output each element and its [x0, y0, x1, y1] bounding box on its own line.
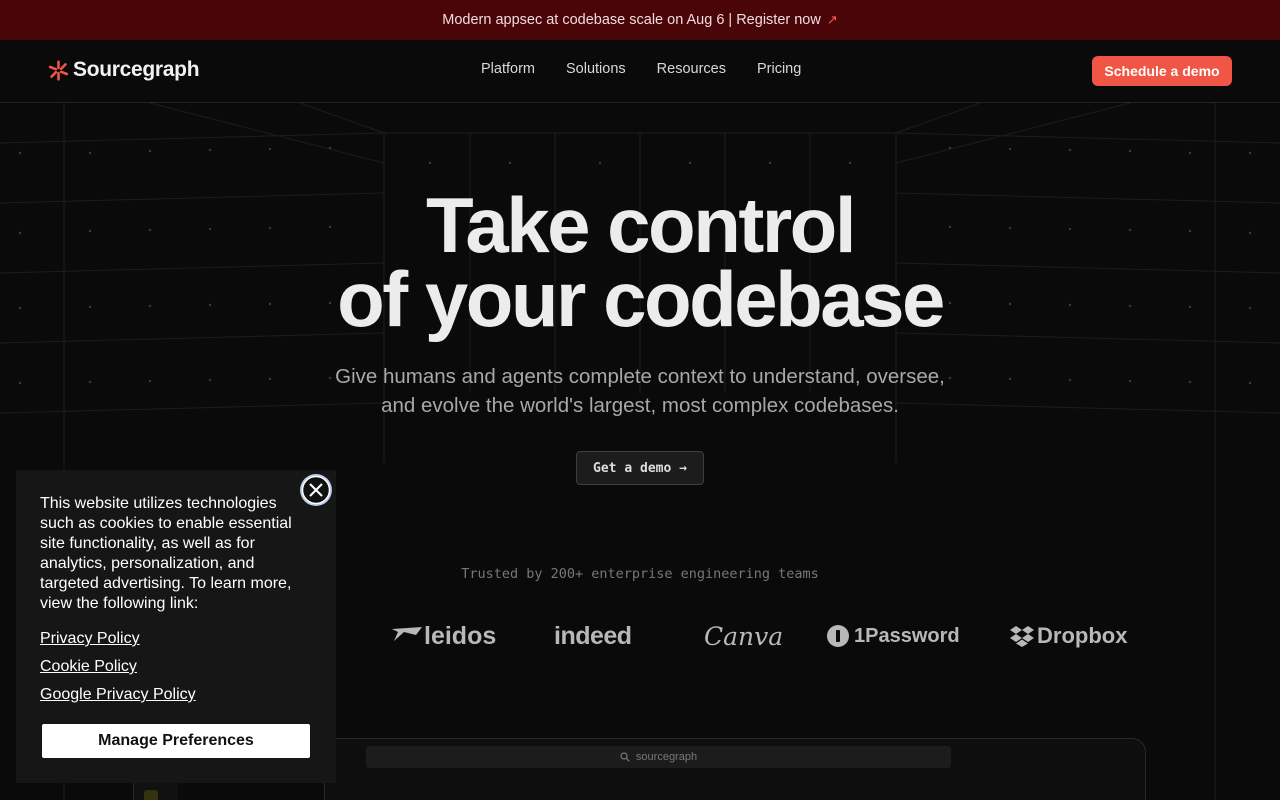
logo-1password: 1Password [826, 616, 960, 656]
cookie-message: This website utilizes technologies such … [40, 495, 292, 612]
app-preview-search: sourcegraph [366, 746, 951, 768]
logo-indeed: indeed [554, 621, 632, 650]
logo-dropbox: Dropbox [1010, 616, 1127, 656]
search-icon [620, 752, 630, 762]
manage-preferences-button[interactable]: Manage Preferences [42, 724, 310, 758]
nav-link-solutions[interactable]: Solutions [566, 61, 626, 77]
headline-line-1: Take control [426, 181, 856, 269]
brand-name: Sourcegraph [73, 58, 200, 81]
nav-links: Platform Solutions Resources Pricing [481, 61, 801, 77]
logo-canva: Canva [704, 621, 784, 651]
announcement-banner[interactable]: Modern appsec at codebase scale on Aug 6… [0, 0, 1280, 40]
leidos-icon [392, 627, 422, 641]
sourcegraph-logo-icon [48, 59, 69, 81]
subline-1: Give humans and agents complete context … [335, 365, 945, 388]
schedule-demo-button[interactable]: Schedule a demo [1092, 56, 1232, 86]
nav-link-pricing[interactable]: Pricing [757, 61, 801, 77]
nav-link-resources[interactable]: Resources [657, 61, 726, 77]
banner-text[interactable]: Modern appsec at codebase scale on Aug 6… [442, 12, 821, 28]
top-navigation: Sourcegraph Platform Solutions Resources… [0, 40, 1280, 103]
hero-subheadline: Give humans and agents complete context … [0, 362, 1280, 420]
app-preview-search-text: sourcegraph [635, 751, 698, 763]
brand-logo[interactable]: Sourcegraph [48, 58, 200, 82]
hero-headline: Take control of your codebase [0, 181, 1280, 343]
sidebar-app-icon [144, 790, 158, 800]
cookie-consent-dialog: This website utilizes technologies such … [16, 470, 336, 783]
logo-leidos: leidos [392, 616, 496, 656]
arrow-up-right-icon: ↗ [826, 12, 838, 27]
cookie-policy-link[interactable]: Cookie Policy [40, 658, 137, 676]
dropbox-icon [1010, 626, 1034, 647]
app-preview-sidebar [133, 780, 178, 800]
nav-link-platform[interactable]: Platform [481, 61, 535, 77]
privacy-policy-link[interactable]: Privacy Policy [40, 630, 140, 648]
subline-2: and evolve the world's largest, most com… [381, 394, 899, 417]
get-demo-button[interactable]: Get a demo → [576, 451, 704, 485]
headline-line-2: of your codebase [337, 255, 945, 343]
google-privacy-policy-link[interactable]: Google Privacy Policy [40, 686, 196, 704]
onepassword-icon [827, 625, 849, 647]
